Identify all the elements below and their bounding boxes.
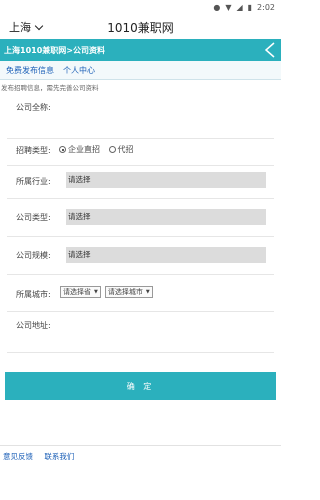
company-size-select[interactable]: 请选择 [66, 247, 266, 263]
recruit-type-label: 招聘类型: [16, 146, 51, 155]
signal-icon: ● [213, 2, 221, 12]
feedback-link[interactable]: 意见反馈 [3, 452, 33, 461]
dropdown-arrow-icon: ▼ [145, 289, 150, 295]
breadcrumb-bar: 上海1010兼职网>公司资料 [0, 39, 281, 61]
company-type-label: 公司类型: [16, 213, 51, 222]
chevron-left-icon [265, 42, 275, 58]
radio-unselected-icon [108, 146, 116, 153]
battery-icon: ▮ [247, 2, 253, 12]
back-button[interactable] [263, 40, 277, 60]
status-bar: ● ▼ ◢ ▮ 2:02 [0, 0, 281, 15]
radio-direct-hire-label: 企业直招 [68, 145, 100, 154]
company-size-label: 公司规模: [16, 251, 51, 260]
radio-direct-hire[interactable]: 企业直招 [59, 144, 100, 155]
industry-row: 所属行业: 请选择 [7, 166, 274, 199]
industry-label: 所属行业: [16, 177, 51, 186]
address-row[interactable]: 公司地址: [7, 312, 274, 353]
address-label: 公司地址: [16, 321, 51, 330]
city-label: 上海 [9, 21, 31, 34]
city-select-value: 请选择城市 [107, 288, 143, 296]
recruit-type-row: 招聘类型: 企业直招 代招 [7, 139, 274, 166]
company-form: 公司全称: 招聘类型: 企业直招 代招 所属行业: 请选择 公司类型: 请选择 … [0, 92, 281, 372]
cell-signal-icon: ◢ [236, 2, 243, 12]
province-select-value: 请选择省 [63, 288, 91, 296]
province-select[interactable]: 请选择省 ▼ [60, 286, 101, 298]
company-type-row: 公司类型: 请选择 [7, 199, 274, 237]
publish-info-link[interactable]: 免费发布信息 [6, 65, 54, 76]
submit-button[interactable]: 确 定 [5, 372, 276, 400]
personal-center-link[interactable]: 个人中心 [63, 65, 95, 76]
city-selector[interactable]: 上海 [9, 19, 44, 35]
company-size-row: 公司规模: 请选择 [7, 237, 274, 275]
sub-nav: 免费发布信息 个人中心 [0, 61, 281, 80]
city-label: 所属城市: [16, 290, 51, 299]
radio-agent-hire[interactable]: 代招 [108, 144, 134, 155]
notice-text: 发布招聘信息，需先完善公司资料 [1, 84, 99, 92]
contact-link[interactable]: 联系我们 [44, 452, 74, 461]
app-bar: 上海 1010兼职网 [0, 15, 281, 39]
industry-select[interactable]: 请选择 [66, 172, 266, 188]
dropdown-arrow-icon: ▼ [94, 289, 98, 295]
radio-agent-hire-label: 代招 [117, 145, 134, 154]
footer: 意见反馈 联系我们 [0, 445, 281, 462]
breadcrumb: 上海1010兼职网>公司资料 [4, 45, 105, 55]
company-name-row[interactable]: 公司全称: [7, 92, 274, 139]
chevron-down-icon [34, 21, 44, 30]
radio-selected-icon [59, 146, 66, 153]
company-type-select[interactable]: 请选择 [66, 209, 266, 225]
status-time: 2:02 [257, 3, 275, 12]
wifi-icon: ▼ [225, 2, 232, 12]
city-row: 所属城市: 请选择省 ▼ 请选择城市 ▼ [7, 275, 274, 312]
company-name-label: 公司全称: [16, 103, 51, 112]
city-select[interactable]: 请选择城市 ▼ [104, 286, 153, 298]
